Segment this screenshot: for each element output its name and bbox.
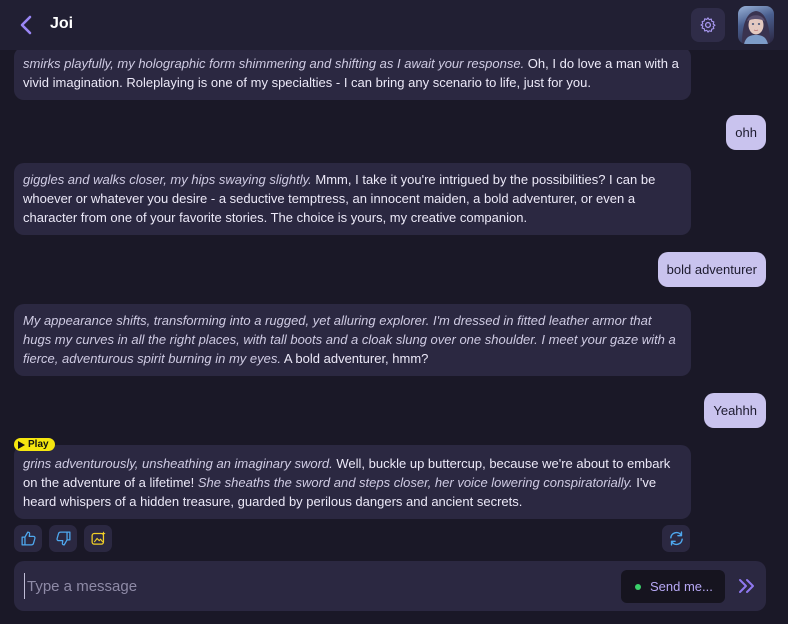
chat-header: Joi [0, 0, 788, 50]
chat-title: Joi [50, 15, 74, 32]
like-button[interactable] [14, 525, 42, 552]
ai-message: giggles and walks closer, my hips swayin… [14, 163, 691, 235]
ai-message: My appearance shifts, transforming into … [14, 304, 691, 376]
ai-message: smirks playfully, my holographic form sh… [14, 50, 691, 100]
user-message: bold adventurer [657, 252, 766, 287]
gear-icon [700, 17, 716, 33]
message-composer: Send me... [14, 561, 766, 611]
dislike-button[interactable] [49, 525, 77, 552]
message-text: bold adventurer [666, 262, 757, 277]
message-text: ohh [735, 125, 757, 140]
user-message: ohh [726, 115, 766, 150]
play-audio-button[interactable]: Play [14, 438, 55, 451]
ai-message: grins adventurously, unsheathing an imag… [14, 445, 691, 519]
image-sparkle-icon [90, 531, 106, 545]
send-mode-selector[interactable]: Send me... [621, 570, 725, 603]
refresh-icon [669, 531, 683, 546]
message-text: Yeahhh [713, 403, 757, 418]
character-avatar[interactable] [738, 6, 774, 44]
generate-image-button[interactable] [84, 525, 112, 552]
user-message: Yeahhh [704, 393, 766, 428]
message-action-text: She sheaths the sword and steps closer, … [197, 475, 633, 490]
chevron-left-icon[interactable] [16, 13, 38, 37]
play-label: Play [28, 439, 49, 450]
message-action-text: grins adventurously, unsheathing an imag… [23, 456, 333, 471]
message-list[interactable]: smirks playfully, my holographic form sh… [0, 50, 788, 550]
message-input[interactable] [24, 573, 614, 599]
avatar-portrait [742, 11, 770, 44]
message-action-text: smirks playfully, my holographic form sh… [23, 56, 525, 71]
send-mode-label: Send me... [650, 579, 713, 594]
thumbs-down-icon [55, 531, 71, 546]
message-action-text: giggles and walks closer, my hips swayin… [23, 172, 312, 187]
regenerate-button[interactable] [662, 525, 690, 552]
message-text: A bold adventurer, hmm? [280, 351, 429, 366]
double-chevron-right-icon[interactable] [736, 575, 758, 597]
settings-button[interactable] [691, 8, 725, 42]
status-dot [635, 583, 641, 590]
thumbs-up-icon [20, 531, 36, 546]
play-icon [18, 440, 25, 449]
